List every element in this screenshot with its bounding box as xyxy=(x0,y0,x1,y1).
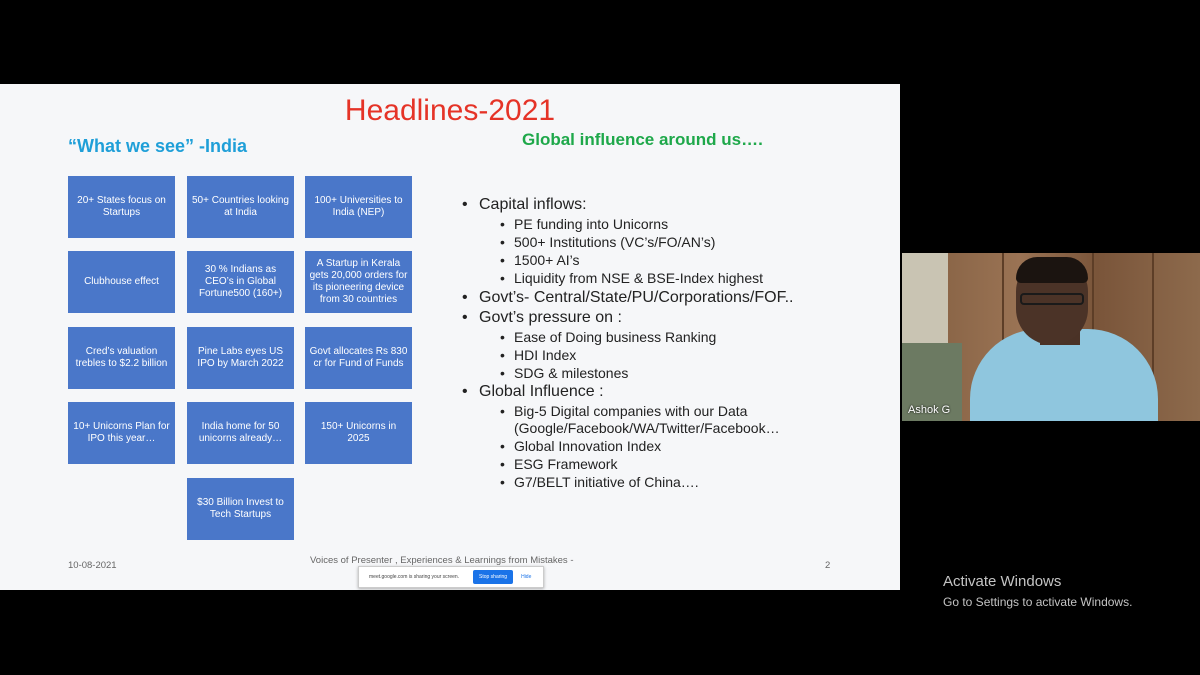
sub-bullet: HDI Index xyxy=(462,347,882,364)
bullet-global-influence: Global Influence : xyxy=(462,383,882,401)
sub-bullet: G7/BELT initiative of China…. xyxy=(462,474,882,491)
sub-bullet: ESG Framework xyxy=(462,456,882,473)
tile-fund-of-funds: Govt allocates Rs 830 cr for Fund of Fun… xyxy=(305,327,412,389)
sub-bullet: 1500+ AI’s xyxy=(462,252,882,269)
tile-india-unicorns: India home for 50 unicorns already… xyxy=(187,402,294,464)
screen-share-bar: meet.google.com is sharing your screen. … xyxy=(358,566,544,588)
tile-clubhouse: Clubhouse effect xyxy=(68,251,175,313)
tile-cred-valuation: Cred’s valuation trebles to $2.2 billion xyxy=(68,327,175,389)
stop-sharing-button[interactable]: Stop sharing xyxy=(473,570,514,584)
tile-indian-ceos: 30 % Indians as CEO’s in Global Fortune5… xyxy=(187,251,294,313)
sub-bullet: 500+ Institutions (VC’s/FO/AN’s) xyxy=(462,234,882,251)
tile-countries-india: 50+ Countries looking at India xyxy=(187,176,294,238)
participant-hair xyxy=(1016,257,1088,283)
tile-universities: 100+ Universities to India (NEP) xyxy=(305,176,412,238)
tile-pine-labs: Pine Labs eyes US IPO by March 2022 xyxy=(187,327,294,389)
global-heading: Global influence around us…. xyxy=(522,130,763,149)
hide-button[interactable]: Hide xyxy=(521,574,531,580)
tile-kerala-startup: A Startup in Kerala gets 20,000 orders f… xyxy=(305,251,412,313)
bullet-govts: Govt’s- Central/State/PU/Corporations/FO… xyxy=(462,289,882,307)
sub-bullet: Liquidity from NSE & BSE-Index highest xyxy=(462,270,882,287)
participant-glasses xyxy=(1020,293,1084,305)
tile-tech-investment: $30 Billion Invest to Tech Startups xyxy=(187,478,294,540)
slide-title: Headlines-2021 xyxy=(344,94,556,127)
bullet-govt-pressure: Govt’s pressure on : xyxy=(462,309,882,327)
participant-video-tile[interactable] xyxy=(902,253,1200,421)
bullet-capital-inflows: Capital inflows: xyxy=(462,196,882,214)
tile-states-startups: 20+ States focus on Startups xyxy=(68,176,175,238)
sub-bullet: Global Innovation Index xyxy=(462,438,882,455)
participant-name: Ashok G xyxy=(908,404,951,416)
sub-bullet: Big-5 Digital companies with our Data (G… xyxy=(462,403,882,436)
footer-date: 10-08-2021 xyxy=(68,560,117,571)
activate-windows-subtitle: Go to Settings to activate Windows. xyxy=(943,595,1133,609)
sub-bullet: Ease of Doing business Ranking xyxy=(462,329,882,346)
page-number: 2 xyxy=(825,560,831,571)
presentation-slide: Headlines-2021 “What we see” -India Glob… xyxy=(0,84,900,590)
share-status-text: meet.google.com is sharing your screen. xyxy=(369,574,460,580)
tile-unicorns-2025: 150+ Unicorns in 2025 xyxy=(305,402,412,464)
tile-unicorns-ipo: 10+ Unicorns Plan for IPO this year… xyxy=(68,402,175,464)
bullet-list: Capital inflows: PE funding into Unicorn… xyxy=(462,194,882,492)
sub-bullet: PE funding into Unicorns xyxy=(462,216,882,233)
activate-windows-title: Activate Windows xyxy=(943,573,1062,590)
sub-bullet: SDG & milestones xyxy=(462,365,882,382)
footer-caption: Voices of Presenter , Experiences & Lear… xyxy=(310,555,574,566)
india-heading: “What we see” -India xyxy=(68,136,248,156)
